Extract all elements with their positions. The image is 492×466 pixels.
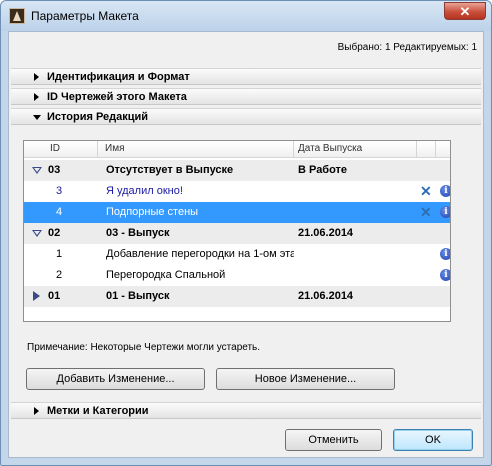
table-row[interactable]: 3 Я удалил окно! ✕ i	[24, 181, 450, 202]
layout-settings-dialog: Параметры Макета ✕ Выбрано: 1 Редактируе…	[0, 0, 492, 466]
info-icon[interactable]: i	[440, 248, 450, 260]
remove-x-icon[interactable]: ✕	[420, 204, 434, 220]
column-divider[interactable]	[97, 141, 98, 157]
collapse-triangle-icon[interactable]	[32, 167, 42, 174]
cell-name: Я удалил окно!	[106, 185, 183, 197]
cell-name: 03 - Выпуск	[106, 227, 170, 239]
cell-name: Подпорные стены	[106, 206, 199, 218]
cell-id: 03	[48, 164, 61, 176]
section-label: Идентификация и Формат	[47, 71, 190, 83]
cell-id: 01	[48, 290, 61, 302]
header-name[interactable]: Имя	[105, 143, 124, 154]
table-row[interactable]: 4 Подпорные стены ✕ i	[24, 202, 450, 223]
cell-date: 21.06.2014	[298, 290, 354, 302]
cell-id: 3	[56, 185, 63, 197]
section-label: Метки и Категории	[47, 405, 149, 417]
table-row[interactable]: 1 Добавление перегородки на 1-ом эта i	[24, 244, 450, 265]
cell-name: Отсутствует в Выпуске	[106, 164, 234, 176]
expand-arrow-icon	[34, 93, 39, 101]
cell-name: 01 - Выпуск	[106, 290, 170, 302]
close-button[interactable]: ✕	[444, 2, 486, 20]
header-id[interactable]: ID	[50, 143, 60, 154]
cell-id: 1	[56, 248, 63, 260]
add-change-button[interactable]: Добавить Изменение...	[26, 368, 205, 390]
section-label: История Редакций	[47, 111, 149, 123]
info-icon[interactable]: i	[440, 206, 450, 218]
window-title: Параметры Макета	[31, 9, 139, 23]
column-divider[interactable]	[293, 141, 294, 157]
section-label: ID Чертежей этого Макета	[47, 91, 187, 103]
remove-x-icon[interactable]: ✕	[420, 183, 434, 199]
table-header: ID Имя Дата Выпуска	[24, 141, 450, 158]
cell-id: 02	[48, 227, 61, 239]
expand-arrow-icon	[34, 407, 39, 415]
cell-name: Добавление перегородки на 1-ом эта	[106, 248, 294, 260]
cell-id: 2	[56, 269, 63, 281]
release-group-row[interactable]: 01 01 - Выпуск 21.06.2014	[24, 286, 450, 307]
note-text: Примечание: Некоторые Чертежи могли уста…	[27, 342, 261, 353]
cell-date: В Работе	[298, 164, 348, 176]
release-group-row[interactable]: 02 03 - Выпуск 21.06.2014	[24, 223, 450, 244]
revision-table: ID Имя Дата Выпуска 03 Отсутствует в Выпу…	[23, 140, 451, 322]
section-drawing-ids[interactable]: ID Чертежей этого Макета	[11, 88, 481, 105]
cancel-button[interactable]: Отменить	[285, 429, 382, 451]
expand-arrow-icon	[34, 73, 39, 81]
cell-name: Перегородка Спальной	[106, 269, 226, 281]
title-bar[interactable]: Параметры Макета ✕	[1, 1, 491, 31]
info-icon[interactable]: i	[440, 269, 450, 281]
info-icon[interactable]: i	[440, 185, 450, 197]
dialog-body: Выбрано: 1 Редактируемых: 1 Идентификаци…	[8, 31, 484, 458]
collapse-arrow-icon	[33, 115, 41, 120]
collapse-triangle-icon[interactable]	[32, 230, 42, 237]
column-divider[interactable]	[416, 141, 417, 157]
column-divider[interactable]	[435, 141, 436, 157]
section-markers-categories[interactable]: Метки и Категории	[11, 402, 481, 419]
new-change-button[interactable]: Новое Изменение...	[216, 368, 395, 390]
cell-date: 21.06.2014	[298, 227, 354, 239]
table-row[interactable]: 2 Перегородка Спальной i	[24, 265, 450, 286]
section-identification[interactable]: Идентификация и Формат	[11, 68, 481, 85]
selection-info: Выбрано: 1 Редактируемых: 1	[337, 42, 477, 53]
cell-id: 4	[56, 206, 63, 218]
header-date[interactable]: Дата Выпуска	[298, 143, 362, 154]
ok-button[interactable]: OK	[393, 429, 473, 451]
section-revision-history[interactable]: История Редакций	[11, 108, 481, 125]
app-icon	[9, 8, 25, 24]
release-group-row[interactable]: 03 Отсутствует в Выпуске В Работе	[24, 160, 450, 181]
expand-triangle-icon[interactable]	[33, 291, 40, 301]
